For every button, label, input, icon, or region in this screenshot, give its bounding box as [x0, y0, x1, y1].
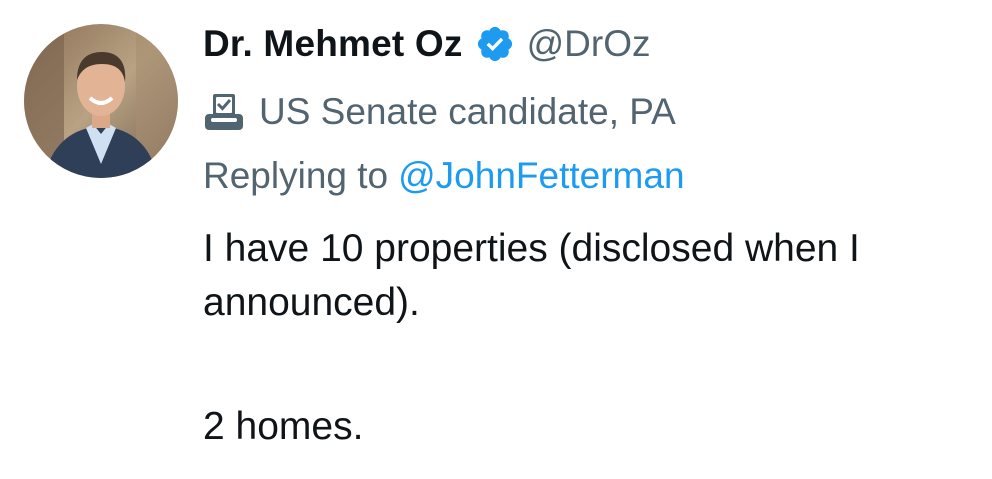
- reply-handle-link[interactable]: @JohnFetterman: [398, 155, 684, 197]
- verified-badge-icon: [475, 24, 515, 64]
- affiliation-label: US Senate candidate, PA: [203, 82, 972, 142]
- tweet-text-line: I have 10 properties (disclosed when I: [203, 227, 860, 270]
- display-name[interactable]: Dr. Mehmet Oz: [203, 23, 463, 65]
- tweet-text: I have 10 properties (disclosed when I a…: [203, 222, 972, 454]
- user-handle[interactable]: @DrOz: [527, 23, 651, 65]
- replying-to-label: Replying to: [203, 155, 389, 196]
- avatar[interactable]: [24, 24, 178, 178]
- tweet-content: Dr. Mehmet Oz @DrOz US Senate candidate,…: [203, 14, 972, 454]
- avatar-image: [24, 24, 178, 178]
- replying-to: Replying to @JohnFetterman: [203, 148, 972, 204]
- tweet-text-line: announced).: [203, 281, 420, 324]
- ballot-box-icon: [203, 92, 245, 132]
- author-line: Dr. Mehmet Oz @DrOz: [203, 14, 972, 74]
- tweet-text-line: 2 homes.: [203, 405, 364, 448]
- affiliation-text: US Senate candidate, PA: [259, 91, 676, 132]
- tweet: Dr. Mehmet Oz @DrOz US Senate candidate,…: [0, 0, 992, 479]
